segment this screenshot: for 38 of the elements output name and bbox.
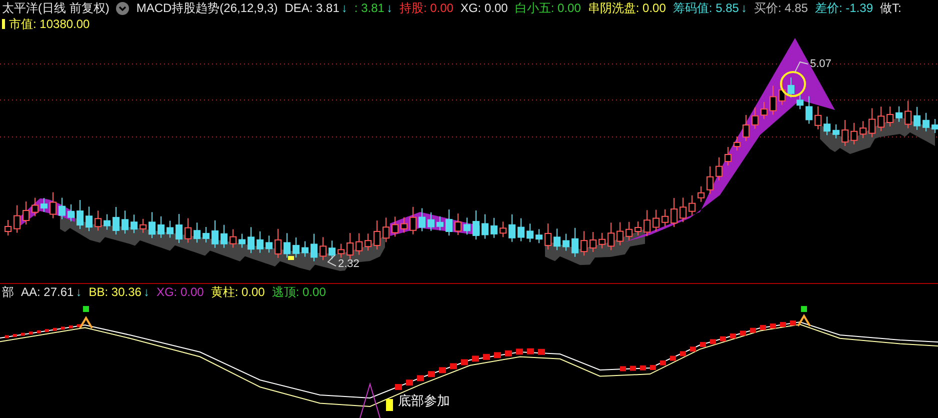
indicator-value: 黄柱: 0.00 [210, 284, 265, 298]
trend-arrow: ↓ [386, 1, 392, 15]
signal-label: 底部参加 [398, 392, 450, 410]
indicator-title: 部 [2, 284, 14, 300]
indicator-value: AA: 27.61 [21, 285, 74, 299]
trend-arrow: ↓ [740, 0, 747, 14]
high-price-label: 5.07 [810, 58, 832, 70]
low-price-label: 2.32 [338, 258, 360, 270]
indicator-value: XG: 0.00 [460, 1, 508, 15]
indicator-value: BB: 30.36 [88, 285, 142, 299]
signal-marker [801, 306, 807, 312]
market-value: 市值: 10380.00 [9, 16, 90, 32]
indicator-value: : 3.81 [354, 1, 384, 15]
indicator-value: 差价: -1.39 [814, 0, 873, 14]
leader-line [327, 254, 336, 266]
highlight-circle [780, 71, 806, 97]
peak-marker [79, 316, 93, 329]
indicator-value: 串阴洗盘: 0.00 [588, 0, 666, 14]
signal-bar [386, 399, 393, 411]
stock-title: 太平洋(日线 前复权) [2, 0, 110, 16]
leader-line [794, 61, 808, 72]
trend-arrow: ↓ [341, 1, 348, 15]
indicator-value: DEA: 3.81 [284, 1, 340, 15]
indicator-name: MACD持股趋势(26,12,9,3) [136, 0, 278, 16]
spike-marker [360, 382, 380, 418]
indicator-value: XG: 0.00 [156, 285, 204, 299]
indicator-value: 白小五: 0.00 [514, 0, 581, 14]
dropdown-icon[interactable] [116, 2, 130, 14]
signal-marker [288, 256, 294, 260]
indicator-value: 做T: [880, 0, 902, 14]
peak-marker [797, 314, 811, 327]
trend-arrow: ↓ [76, 285, 82, 299]
trend-arrow: ↓ [143, 285, 150, 299]
indicator-value: 逃顶: 0.00 [272, 284, 326, 298]
indicator-value: 持股: 0.00 [399, 0, 454, 14]
indicator-value: 买价: 4.85 [754, 0, 808, 14]
signal-marker [83, 306, 89, 312]
indicator-value: 筹码值: 5.85 [672, 0, 739, 14]
